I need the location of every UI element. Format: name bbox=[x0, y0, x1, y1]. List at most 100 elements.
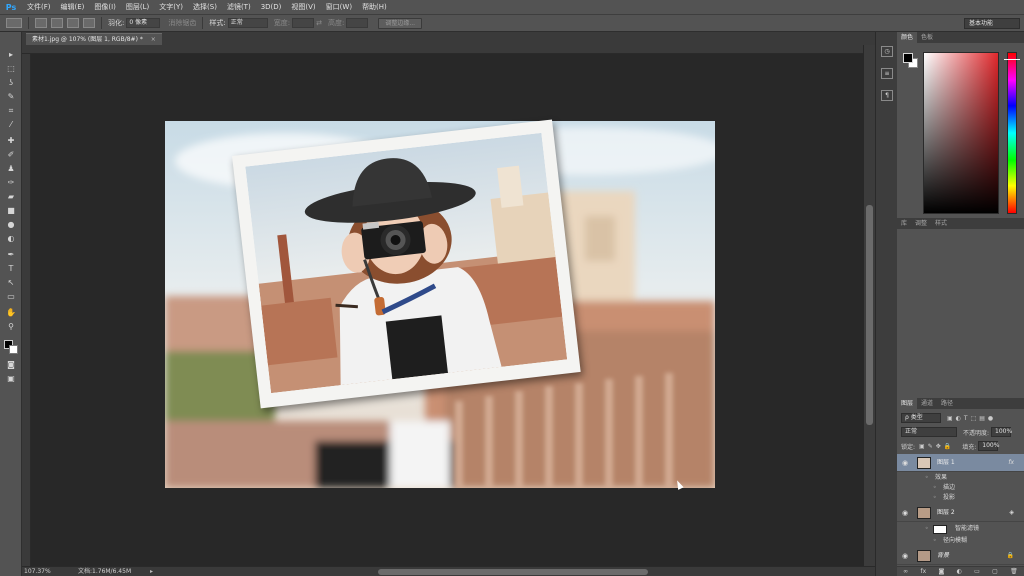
document-tab[interactable]: 素材1.jpg @ 107% (图层 1, RGB/8#) * × bbox=[26, 33, 162, 45]
vertical-ruler[interactable] bbox=[22, 54, 31, 566]
photo-frame[interactable] bbox=[232, 119, 581, 409]
layer-name[interactable]: 背景 bbox=[937, 547, 949, 565]
tab-styles[interactable]: 样式 bbox=[931, 218, 951, 229]
tab-color[interactable]: 颜色 bbox=[897, 32, 918, 43]
blur-tool-icon[interactable]: ● bbox=[5, 220, 17, 230]
layer-row-2[interactable]: ◉ 图层 2 ◈ bbox=[897, 504, 1024, 522]
move-tool-icon[interactable]: ▸ bbox=[5, 50, 17, 60]
lock-icons[interactable]: ▣✎✥🔒 bbox=[919, 443, 954, 450]
opacity-input[interactable]: 100% bbox=[991, 427, 1012, 437]
adjustment-layer-icon[interactable]: ◐ bbox=[957, 568, 962, 575]
lasso-tool-icon[interactable]: ʖ bbox=[5, 78, 17, 88]
shape-tool-icon[interactable]: ▭ bbox=[5, 292, 17, 302]
eye-icon[interactable]: ◉ bbox=[902, 459, 908, 467]
zoom-tool-icon[interactable]: ⚲ bbox=[5, 322, 17, 332]
menu-select[interactable]: 选择(S) bbox=[188, 0, 222, 14]
add-mask-icon[interactable]: ◙ bbox=[938, 568, 944, 575]
crop-tool-icon[interactable]: ⌗ bbox=[5, 106, 17, 116]
width-input[interactable] bbox=[292, 18, 315, 28]
menu-help[interactable]: 帮助(H) bbox=[357, 0, 392, 14]
eye-icon[interactable]: ◦ bbox=[933, 536, 937, 546]
fx-icon[interactable]: fx bbox=[1008, 454, 1014, 472]
quick-select-tool-icon[interactable]: ✎ bbox=[5, 92, 17, 102]
eye-icon[interactable]: ◉ bbox=[902, 509, 908, 517]
marquee-tool-icon[interactable]: ⬚ bbox=[5, 64, 17, 74]
healing-brush-tool-icon[interactable]: ✚ bbox=[5, 136, 17, 146]
layer-name[interactable]: 图层 2 bbox=[937, 504, 955, 522]
link-layers-icon[interactable]: ∞ bbox=[903, 568, 908, 575]
height-input[interactable] bbox=[346, 18, 369, 28]
fill-input[interactable]: 100% bbox=[978, 441, 999, 451]
status-menu-arrow-icon[interactable]: ▸ bbox=[150, 567, 153, 576]
history-brush-tool-icon[interactable]: ✑ bbox=[5, 178, 17, 188]
vertical-scroll-thumb[interactable] bbox=[866, 205, 873, 425]
delete-layer-icon[interactable]: 🗑 bbox=[1010, 568, 1018, 575]
horizontal-ruler[interactable] bbox=[22, 45, 863, 54]
feather-input[interactable]: 0 像素 bbox=[126, 18, 161, 28]
clone-stamp-tool-icon[interactable]: ♟ bbox=[5, 164, 17, 174]
eye-icon[interactable]: ◦ bbox=[925, 473, 929, 483]
color-field[interactable] bbox=[923, 52, 999, 214]
marquee-preset-icon[interactable] bbox=[6, 18, 22, 28]
type-tool-icon[interactable]: T bbox=[5, 264, 17, 274]
dodge-tool-icon[interactable]: ◐ bbox=[5, 234, 17, 244]
layer-row-1[interactable]: ◉ 图层 1 fx bbox=[897, 454, 1024, 472]
eye-icon[interactable]: ◦ bbox=[933, 483, 937, 493]
menu-layer[interactable]: 图层(L) bbox=[121, 0, 154, 14]
screen-mode-icon[interactable]: ▣ bbox=[5, 374, 17, 384]
swap-icon[interactable]: ⇄ bbox=[316, 19, 322, 27]
subtract-selection-icon[interactable] bbox=[67, 18, 79, 28]
filter-mask-thumbnail[interactable] bbox=[933, 525, 947, 534]
properties-panel-icon[interactable]: ≡ bbox=[881, 68, 893, 79]
paragraph-panel-icon[interactable]: ¶ bbox=[881, 90, 893, 101]
layer-kind-select[interactable]: ρ 类型 bbox=[901, 413, 941, 423]
eye-icon[interactable]: ◉ bbox=[902, 552, 908, 560]
background-color-swatch[interactable] bbox=[9, 345, 18, 354]
menu-image[interactable]: 图像(I) bbox=[89, 0, 121, 14]
layer-row-background[interactable]: ◉ 背景 🔒 bbox=[897, 547, 1024, 565]
hue-marker[interactable] bbox=[1004, 59, 1020, 60]
menu-window[interactable]: 窗口(W) bbox=[321, 0, 357, 14]
foreground-swatch[interactable] bbox=[903, 53, 913, 63]
smart-filters-row[interactable]: ◦ 智能滤镜 bbox=[897, 523, 1024, 535]
brush-tool-icon[interactable]: ✐ bbox=[5, 150, 17, 160]
hue-slider[interactable] bbox=[1007, 52, 1017, 214]
horizontal-scroll-thumb[interactable] bbox=[378, 569, 648, 575]
close-icon[interactable]: × bbox=[151, 36, 156, 43]
menu-file[interactable]: 文件(F) bbox=[22, 0, 56, 14]
intersect-selection-icon[interactable] bbox=[83, 18, 95, 28]
style-select[interactable]: 正常 bbox=[227, 18, 268, 28]
tab-swatches[interactable]: 色板 bbox=[917, 32, 937, 43]
antialias-checkbox[interactable]: 消除锯齿 bbox=[168, 18, 196, 28]
gradient-tool-icon[interactable]: ■ bbox=[5, 206, 17, 216]
menu-edit[interactable]: 编辑(E) bbox=[56, 0, 90, 14]
path-select-tool-icon[interactable]: ↖ bbox=[5, 278, 17, 288]
menu-type[interactable]: 文字(Y) bbox=[154, 0, 188, 14]
tab-adjustments[interactable]: 调整 bbox=[911, 218, 931, 229]
menu-3d[interactable]: 3D(D) bbox=[256, 0, 287, 14]
history-panel-icon[interactable]: ◷ bbox=[881, 46, 893, 57]
layer-filter-icons[interactable]: ▣◐T⬚▤● bbox=[947, 415, 996, 422]
menu-view[interactable]: 视图(V) bbox=[286, 0, 320, 14]
new-selection-icon[interactable] bbox=[35, 18, 47, 28]
new-group-icon[interactable]: ▭ bbox=[974, 568, 980, 575]
workspace-select[interactable]: 基本功能 bbox=[964, 18, 1020, 29]
vertical-scrollbar[interactable] bbox=[864, 45, 875, 566]
add-selection-icon[interactable] bbox=[51, 18, 63, 28]
eye-icon[interactable]: ◦ bbox=[925, 523, 929, 535]
zoom-level[interactable]: 107.37% bbox=[24, 567, 51, 576]
layer-name[interactable]: 图层 1 bbox=[937, 454, 955, 472]
refine-edge-button[interactable]: 调整边缘... bbox=[378, 17, 423, 29]
effect-shadow-row[interactable]: ◦ 投影 bbox=[897, 493, 1024, 503]
eye-icon[interactable]: ◦ bbox=[933, 493, 937, 503]
eraser-tool-icon[interactable]: ▰ bbox=[5, 192, 17, 202]
hand-tool-icon[interactable]: ✋ bbox=[5, 308, 17, 318]
eyedropper-tool-icon[interactable]: ⁄ bbox=[5, 120, 17, 130]
effects-row[interactable]: ◦ 效果 bbox=[897, 473, 1024, 483]
tab-libraries[interactable]: 库 bbox=[897, 218, 911, 229]
add-style-icon[interactable]: fx bbox=[920, 568, 926, 575]
quick-mask-icon[interactable]: ◙ bbox=[5, 360, 17, 370]
pen-tool-icon[interactable]: ✒ bbox=[5, 250, 17, 260]
menu-filter[interactable]: 滤镜(T) bbox=[222, 0, 256, 14]
new-layer-icon[interactable]: ▢ bbox=[992, 568, 998, 575]
